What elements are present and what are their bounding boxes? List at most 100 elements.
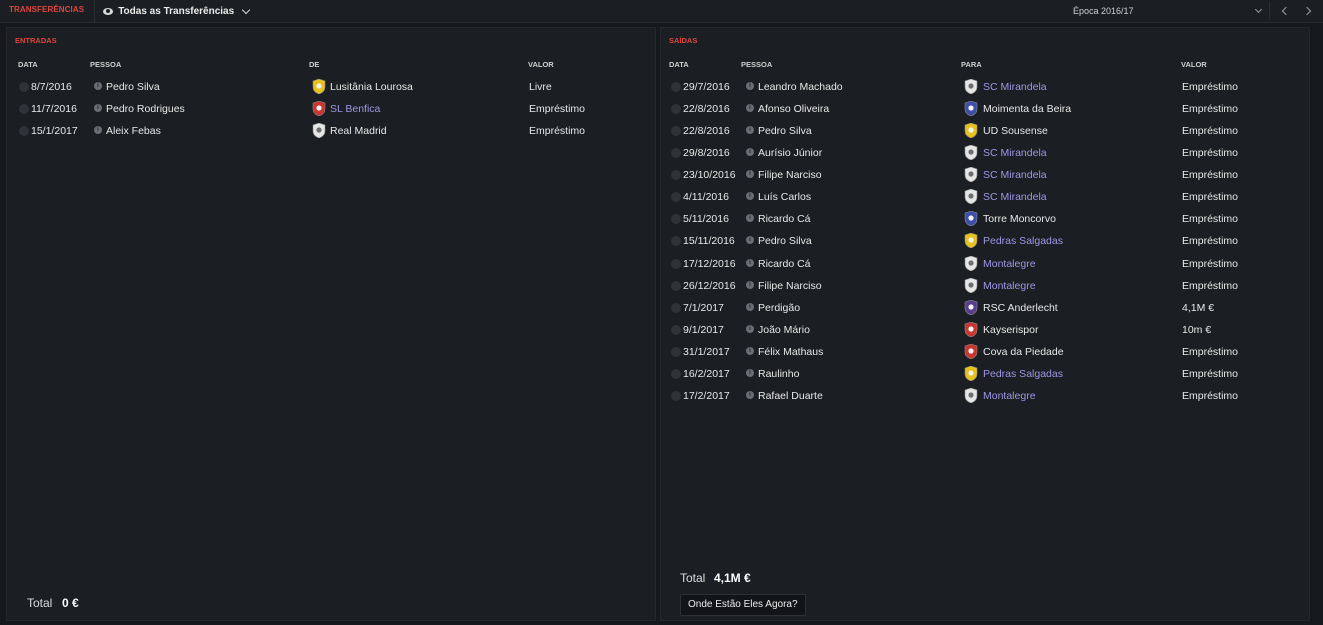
table-row[interactable]: 16/2/2017 i Raulinho Pedras Salgadas Emprést… [661,364,1309,386]
table-row[interactable]: 17/2/2017 i Rafael Duarte Montalegre Emprést… [661,386,1309,408]
info-icon[interactable]: i [746,346,754,355]
person-name[interactable]: Luís Carlos [758,191,811,203]
club-crest-icon [964,321,978,338]
where-are-they-now-button[interactable]: Onde Estão Eles Agora? [680,594,806,616]
table-row[interactable]: 17/12/2016 i Ricardo Cá Montalegre Empréstim… [661,254,1309,276]
status-icon [19,126,29,137]
column-header-person[interactable]: PESSOA [90,60,121,69]
table-row[interactable]: 7/1/2017 i Perdigão RSC Anderlecht 4,1M € [661,298,1309,320]
info-icon[interactable]: i [746,192,754,201]
info-icon[interactable]: i [746,324,754,333]
table-row[interactable]: 23/10/2016 i Filipe Narciso SC Mirandela Emp… [661,165,1309,187]
club-name[interactable]: Pedras Salgadas [983,368,1063,380]
column-header-to[interactable]: PARA [961,60,982,69]
table-row[interactable]: 29/7/2016 i Leandro Machado SC Mirandela Emp… [661,77,1309,99]
person-name[interactable]: Leandro Machado [758,81,843,93]
club-crest-icon [964,189,978,205]
club-name[interactable]: SC Mirandela [983,81,1047,93]
info-icon[interactable]: i [94,82,102,90]
transfer-value: Empréstimo [1182,235,1239,248]
club-name[interactable]: Moimenta da Beira [983,103,1071,115]
club-name[interactable]: RSC Anderlecht [983,302,1058,314]
club-name[interactable]: Torre Moncorvo [983,213,1056,225]
club-name[interactable]: Pedras Salgadas [983,235,1063,247]
person-name[interactable]: Pedro Rodrigues [106,103,185,115]
person-name[interactable]: Rafael Duarte [758,390,823,402]
club-name[interactable]: Cova da Piedade [983,346,1064,358]
table-row[interactable]: 31/1/2017 i Félix Mathaus Cova da Piedade Em… [661,342,1309,364]
club-name[interactable]: SL Benfica [330,103,380,115]
date-cell: 5/11/2016 [683,213,729,226]
status-icon [671,302,681,313]
club-name[interactable]: SC Mirandela [983,191,1047,203]
table-row[interactable]: 15/11/2016 i Pedro Silva Pedras Salgadas Emp… [661,231,1309,253]
club-name[interactable]: Montalegre [983,280,1036,292]
person-name[interactable]: Filipe Narciso [758,169,822,181]
person-name[interactable]: Pedro Silva [758,125,812,137]
person-name[interactable]: Raulinho [758,368,799,380]
info-icon[interactable]: i [746,280,754,289]
info-icon[interactable]: i [746,302,754,311]
column-header-value[interactable]: VALOR [528,60,554,69]
person-name[interactable]: Aurísio Júnior [758,147,822,159]
incoming-title: ENTRADAS [15,36,57,45]
transfer-value: 4,1M € [1182,301,1215,314]
table-row[interactable]: 29/8/2016 i Aurísio Júnior SC Mirandela Empr… [661,143,1309,165]
info-icon[interactable]: i [94,104,102,113]
next-season-button[interactable] [1298,2,1318,20]
person-name[interactable]: Filipe Narciso [758,280,822,292]
club-name[interactable]: Montalegre [983,258,1036,270]
column-header-person[interactable]: PESSOA [741,60,772,69]
person-name[interactable]: Afonso Oliveira [758,103,829,115]
club-name[interactable]: Lusitânia Lourosa [330,81,413,93]
table-row[interactable]: 4/11/2016 i Luís Carlos SC Mirandela Emprést… [661,187,1309,209]
table-row[interactable]: 11/7/2016 i Pedro Rodrigues SL Benfica Empré… [7,99,655,121]
club-name[interactable]: SC Mirandela [983,169,1047,181]
person-name[interactable]: Aleix Febas [106,125,161,137]
column-header-from[interactable]: DE [309,60,319,69]
page-title[interactable]: TRANSFERÊNCIAS [0,0,96,22]
table-row[interactable]: 15/1/2017 i Aleix Febas Real Madrid Emprésti… [7,121,655,143]
info-icon[interactable]: i [746,104,754,113]
club-name[interactable]: Montalegre [983,390,1036,402]
info-icon[interactable]: i [746,82,754,90]
club-crest-icon [964,100,978,117]
table-row[interactable]: 22/8/2016 i Pedro Silva UD Sousense Emprésti… [661,121,1309,143]
person-name[interactable]: Pedro Silva [758,235,812,247]
club-name[interactable]: Kayserispor [983,324,1038,336]
person-name[interactable]: Félix Mathaus [758,346,823,358]
season-select[interactable]: Época 2016/17 [1065,2,1270,20]
club-name[interactable]: Real Madrid [330,125,387,137]
table-row[interactable]: 8/7/2016 i Pedro Silva Lusitânia Lourosa Liv… [7,77,655,99]
column-header-date[interactable]: DATA [669,60,689,69]
info-icon[interactable]: i [746,236,754,245]
table-row[interactable]: 22/8/2016 i Afonso Oliveira Moimenta da Bei… [661,99,1309,121]
club-name[interactable]: UD Sousense [983,125,1048,137]
person-name[interactable]: Perdigão [758,302,800,314]
view-selector[interactable]: Todas as Transferências [103,5,251,17]
person-name[interactable]: Pedro Silva [106,81,160,93]
table-row[interactable]: 9/1/2017 i João Mário Kayserispor 10m € [661,320,1309,342]
column-header-date[interactable]: DATA [18,60,38,69]
info-icon[interactable]: i [94,126,102,135]
info-icon[interactable]: i [746,148,754,157]
transfer-value: 10m € [1182,323,1212,336]
status-icon [671,148,681,159]
outgoing-total-label: Total [680,571,706,585]
chevron-down-icon [241,5,251,14]
table-row[interactable]: 5/11/2016 i Ricardo Cá Torre Moncorvo Emprés… [661,209,1309,231]
person-name[interactable]: Ricardo Cá [758,213,811,225]
person-name[interactable]: João Mário [758,324,810,336]
info-icon[interactable]: i [746,258,754,267]
info-icon[interactable]: i [746,390,754,399]
previous-season-button[interactable] [1275,2,1295,20]
table-row[interactable]: 26/12/2016 i Filipe Narciso Montalegre Empré… [661,276,1309,298]
info-icon[interactable]: i [746,368,754,377]
info-icon[interactable]: i [746,214,754,223]
person-name[interactable]: Ricardo Cá [758,258,811,270]
view-selector-label: Todas as Transferências [118,5,235,17]
column-header-value[interactable]: VALOR [1181,60,1207,69]
info-icon[interactable]: i [746,170,754,179]
info-icon[interactable]: i [746,126,754,135]
club-name[interactable]: SC Mirandela [983,147,1047,159]
